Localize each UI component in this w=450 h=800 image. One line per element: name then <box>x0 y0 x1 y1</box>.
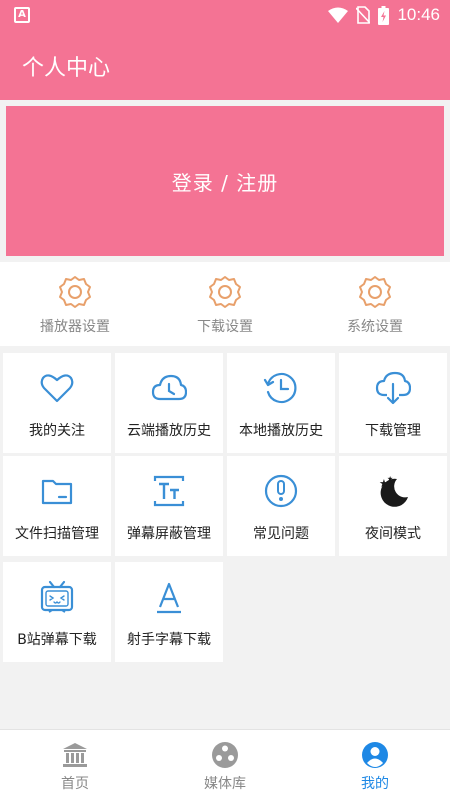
danmaku-block-label: 弹幕屏蔽管理 <box>127 526 211 542</box>
local-history-tile[interactable]: 本地播放历史 <box>227 353 335 453</box>
clock: 10:46 <box>397 5 440 24</box>
my-follows-tile[interactable]: 我的关注 <box>3 353 111 453</box>
svg-text:★: ★ <box>387 475 393 483</box>
player-settings-label: 播放器设置 <box>40 319 110 335</box>
media-reel-icon <box>212 742 238 768</box>
night-mode-tile[interactable]: ★ ★ 夜间模式 <box>339 456 447 556</box>
faq-tile[interactable]: 常见问题 <box>227 456 335 556</box>
status-bar: A 10:46 <box>0 0 450 30</box>
heart-icon <box>40 374 74 403</box>
folder-icon <box>41 479 73 505</box>
nav-media-library[interactable]: 媒体库 <box>150 730 300 800</box>
system-settings-button[interactable]: 系统设置 <box>300 262 450 346</box>
file-scan-tile[interactable]: 文件扫描管理 <box>3 456 111 556</box>
file-scan-label: 文件扫描管理 <box>15 526 99 542</box>
nav-home[interactable]: 首页 <box>0 730 150 800</box>
battery-charging-icon <box>378 5 390 25</box>
download-manager-label: 下载管理 <box>365 423 421 439</box>
bilibili-danmaku-tile[interactable]: B站弹幕下载 <box>3 562 111 662</box>
night-mode-label: 夜间模式 <box>365 526 421 542</box>
no-sim-icon <box>356 6 371 24</box>
danmaku-block-tile[interactable]: 弹幕屏蔽管理 <box>115 456 223 556</box>
gear-icon <box>359 276 391 308</box>
page-title: 个人中心 <box>22 56 111 81</box>
settings-row: 播放器设置 下载设置 系统设置 <box>0 262 450 346</box>
bilibili-danmaku-label: B站弹幕下载 <box>17 632 97 648</box>
nav-media-library-label: 媒体库 <box>204 776 246 792</box>
gear-icon <box>59 276 91 308</box>
bottom-nav: 首页 媒体库 我的 <box>0 729 450 800</box>
nav-home-label: 首页 <box>61 776 89 792</box>
login-button[interactable]: 登录 / 注册 <box>6 106 444 256</box>
subtitle-download-label: 射手字幕下载 <box>127 632 211 648</box>
player-settings-button[interactable]: 播放器设置 <box>0 262 150 346</box>
nav-mine-label: 我的 <box>361 776 389 792</box>
my-follows-label: 我的关注 <box>29 423 85 439</box>
subtitle-download-tile[interactable]: 射手字幕下载 <box>115 562 223 662</box>
download-settings-button[interactable]: 下载设置 <box>150 262 300 346</box>
faq-label: 常见问题 <box>253 526 309 542</box>
wifi-icon <box>328 7 349 23</box>
cloud-history-tile[interactable]: 云端播放历史 <box>115 353 223 453</box>
exclamation-circle-icon <box>264 474 298 508</box>
title-bar: 个人中心 <box>0 30 450 100</box>
text-block-icon <box>153 475 185 507</box>
download-settings-label: 下载设置 <box>197 319 253 335</box>
cloud-download-icon <box>375 371 411 405</box>
cloud-clock-icon <box>151 374 187 401</box>
gear-icon <box>209 276 241 308</box>
download-manager-tile[interactable]: 下载管理 <box>339 353 447 453</box>
tv-icon <box>40 580 74 613</box>
nav-mine[interactable]: 我的 <box>300 730 450 800</box>
local-history-label: 本地播放历史 <box>239 423 323 439</box>
cloud-history-label: 云端播放历史 <box>127 423 211 439</box>
system-settings-label: 系统设置 <box>347 319 403 335</box>
bank-icon <box>63 743 87 767</box>
app-notification-icon: A <box>14 7 30 23</box>
user-icon <box>362 742 388 768</box>
moon-stars-icon: ★★ <box>379 475 408 507</box>
letter-a-icon <box>157 582 181 614</box>
history-clock-icon <box>263 372 297 404</box>
login-label: 登录 / 注册 <box>171 170 279 195</box>
